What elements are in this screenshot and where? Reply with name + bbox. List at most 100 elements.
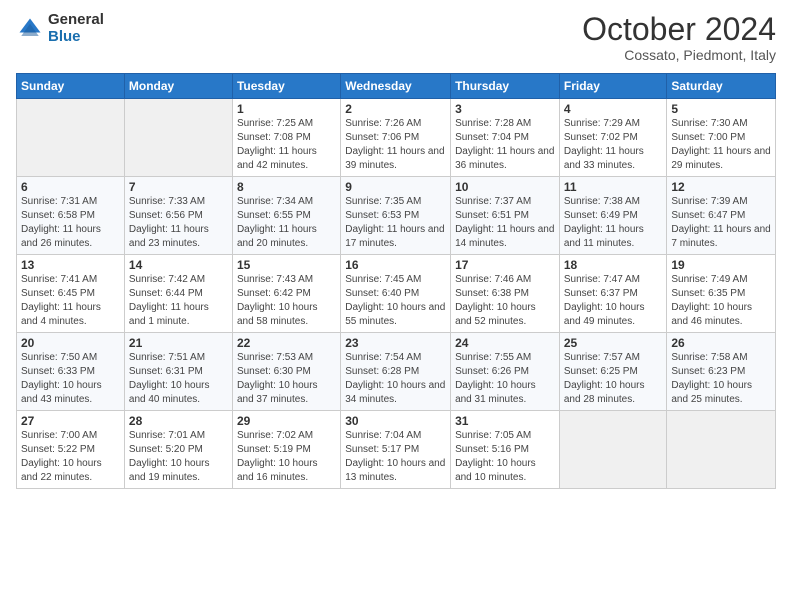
- day-number: 10: [455, 180, 555, 194]
- day-number: 11: [564, 180, 663, 194]
- day-cell: 2 Sunrise: 7:26 AMSunset: 7:06 PMDaylight…: [341, 99, 451, 177]
- weekday-header-wednesday: Wednesday: [341, 74, 451, 99]
- day-number: 30: [345, 414, 446, 428]
- day-info: Sunrise: 7:30 AMSunset: 7:00 PMDaylight:…: [671, 118, 770, 171]
- day-cell: [667, 411, 776, 489]
- day-number: 5: [671, 102, 771, 116]
- week-row-1: 1 Sunrise: 7:25 AMSunset: 7:08 PMDaylight…: [17, 99, 776, 177]
- day-number: 4: [564, 102, 663, 116]
- day-cell: 24 Sunrise: 7:55 AMSunset: 6:26 PMDayligh…: [451, 333, 560, 411]
- calendar-table: SundayMondayTuesdayWednesdayThursdayFrid…: [16, 73, 776, 489]
- day-cell: 16Sunrise: 7:45 AMSunset: 6:40 PMDayligh…: [341, 255, 451, 333]
- day-info: Sunrise: 7:51 AMSunset: 6:31 PMDaylight:…: [129, 352, 210, 405]
- day-info: Sunrise: 7:28 AMSunset: 7:04 PMDaylight:…: [455, 118, 554, 171]
- day-number: 12: [671, 180, 771, 194]
- day-info: Sunrise: 7:39 AMSunset: 6:47 PMDaylight:…: [671, 196, 770, 249]
- day-number: 7: [129, 180, 228, 194]
- day-info: Sunrise: 7:42 AMSunset: 6:44 PMDaylight:…: [129, 274, 209, 327]
- day-info: Sunrise: 7:29 AMSunset: 7:02 PMDaylight:…: [564, 118, 644, 171]
- day-cell: 19Sunrise: 7:49 AMSunset: 6:35 PMDayligh…: [667, 255, 776, 333]
- day-info: Sunrise: 7:37 AMSunset: 6:51 PMDaylight:…: [455, 196, 554, 249]
- day-number: 29: [237, 414, 336, 428]
- day-cell: 31Sunrise: 7:05 AMSunset: 5:16 PMDayligh…: [451, 411, 560, 489]
- day-number: 27: [21, 414, 120, 428]
- logo: General Blue: [16, 12, 104, 45]
- day-number: 13: [21, 258, 120, 272]
- day-info: Sunrise: 7:01 AMSunset: 5:20 PMDaylight:…: [129, 430, 210, 483]
- day-info: Sunrise: 7:49 AMSunset: 6:35 PMDaylight:…: [671, 274, 752, 327]
- day-info: Sunrise: 7:25 AMSunset: 7:08 PMDaylight:…: [237, 118, 317, 171]
- day-cell: 18 Sunrise: 7:47 AMSunset: 6:37 PMDayligh…: [559, 255, 667, 333]
- weekday-header-row: SundayMondayTuesdayWednesdayThursdayFrid…: [17, 74, 776, 99]
- day-info: Sunrise: 7:26 AMSunset: 7:06 PMDaylight:…: [345, 118, 444, 171]
- day-info: Sunrise: 7:00 AMSunset: 5:22 PMDaylight:…: [21, 430, 102, 483]
- day-cell: 20 Sunrise: 7:50 AMSunset: 6:33 PMDayligh…: [17, 333, 125, 411]
- day-number: 21: [129, 336, 228, 350]
- day-number: 8: [237, 180, 336, 194]
- day-number: 15: [237, 258, 336, 272]
- day-info: Sunrise: 7:38 AMSunset: 6:49 PMDaylight:…: [564, 196, 644, 249]
- day-number: 1: [237, 102, 336, 116]
- month-title: October 2024: [582, 12, 776, 47]
- day-cell: 21 Sunrise: 7:51 AMSunset: 6:31 PMDayligh…: [124, 333, 232, 411]
- day-cell: [17, 99, 125, 177]
- day-info: Sunrise: 7:34 AMSunset: 6:55 PMDaylight:…: [237, 196, 317, 249]
- day-cell: 17Sunrise: 7:46 AMSunset: 6:38 PMDayligh…: [451, 255, 560, 333]
- day-number: 31: [455, 414, 555, 428]
- day-cell: 1 Sunrise: 7:25 AMSunset: 7:08 PMDaylight…: [232, 99, 340, 177]
- day-cell: 3Sunrise: 7:28 AMSunset: 7:04 PMDaylight…: [451, 99, 560, 177]
- day-number: 25: [564, 336, 663, 350]
- day-cell: 15 Sunrise: 7:43 AMSunset: 6:42 PMDayligh…: [232, 255, 340, 333]
- weekday-header-sunday: Sunday: [17, 74, 125, 99]
- day-info: Sunrise: 7:55 AMSunset: 6:26 PMDaylight:…: [455, 352, 536, 405]
- location: Cossato, Piedmont, Italy: [582, 47, 776, 63]
- day-cell: 28Sunrise: 7:01 AMSunset: 5:20 PMDayligh…: [124, 411, 232, 489]
- day-cell: 30 Sunrise: 7:04 AMSunset: 5:17 PMDayligh…: [341, 411, 451, 489]
- logo-icon: [16, 15, 44, 43]
- day-cell: 25 Sunrise: 7:57 AMSunset: 6:25 PMDayligh…: [559, 333, 667, 411]
- day-cell: 29 Sunrise: 7:02 AMSunset: 5:19 PMDayligh…: [232, 411, 340, 489]
- day-cell: 8 Sunrise: 7:34 AMSunset: 6:55 PMDaylight…: [232, 177, 340, 255]
- week-row-5: 27 Sunrise: 7:00 AMSunset: 5:22 PMDayligh…: [17, 411, 776, 489]
- week-row-3: 13Sunrise: 7:41 AMSunset: 6:45 PMDayligh…: [17, 255, 776, 333]
- day-info: Sunrise: 7:02 AMSunset: 5:19 PMDaylight:…: [237, 430, 318, 483]
- day-info: Sunrise: 7:54 AMSunset: 6:28 PMDaylight:…: [345, 352, 445, 405]
- day-info: Sunrise: 7:53 AMSunset: 6:30 PMDaylight:…: [237, 352, 318, 405]
- day-cell: 27 Sunrise: 7:00 AMSunset: 5:22 PMDayligh…: [17, 411, 125, 489]
- day-info: Sunrise: 7:35 AMSunset: 6:53 PMDaylight:…: [345, 196, 444, 249]
- day-cell: 26 Sunrise: 7:58 AMSunset: 6:23 PMDayligh…: [667, 333, 776, 411]
- day-number: 20: [21, 336, 120, 350]
- day-number: 26: [671, 336, 771, 350]
- day-cell: 23Sunrise: 7:54 AMSunset: 6:28 PMDayligh…: [341, 333, 451, 411]
- day-info: Sunrise: 7:57 AMSunset: 6:25 PMDaylight:…: [564, 352, 645, 405]
- day-info: Sunrise: 7:50 AMSunset: 6:33 PMDaylight:…: [21, 352, 102, 405]
- day-cell: 4 Sunrise: 7:29 AMSunset: 7:02 PMDaylight…: [559, 99, 667, 177]
- day-cell: 6 Sunrise: 7:31 AMSunset: 6:58 PMDaylight…: [17, 177, 125, 255]
- day-info: Sunrise: 7:47 AMSunset: 6:37 PMDaylight:…: [564, 274, 645, 327]
- day-info: Sunrise: 7:58 AMSunset: 6:23 PMDaylight:…: [671, 352, 752, 405]
- week-row-2: 6 Sunrise: 7:31 AMSunset: 6:58 PMDaylight…: [17, 177, 776, 255]
- day-cell: 7Sunrise: 7:33 AMSunset: 6:56 PMDaylight…: [124, 177, 232, 255]
- day-info: Sunrise: 7:43 AMSunset: 6:42 PMDaylight:…: [237, 274, 318, 327]
- day-number: 2: [345, 102, 446, 116]
- day-cell: 9 Sunrise: 7:35 AMSunset: 6:53 PMDaylight…: [341, 177, 451, 255]
- day-number: 9: [345, 180, 446, 194]
- logo-blue-text: Blue: [48, 29, 104, 46]
- day-number: 6: [21, 180, 120, 194]
- day-cell: 22Sunrise: 7:53 AMSunset: 6:30 PMDayligh…: [232, 333, 340, 411]
- day-number: 24: [455, 336, 555, 350]
- day-info: Sunrise: 7:04 AMSunset: 5:17 PMDaylight:…: [345, 430, 445, 483]
- header: General Blue October 2024 Cossato, Piedm…: [16, 12, 776, 63]
- day-info: Sunrise: 7:46 AMSunset: 6:38 PMDaylight:…: [455, 274, 536, 327]
- day-info: Sunrise: 7:31 AMSunset: 6:58 PMDaylight:…: [21, 196, 101, 249]
- weekday-header-saturday: Saturday: [667, 74, 776, 99]
- day-info: Sunrise: 7:45 AMSunset: 6:40 PMDaylight:…: [345, 274, 445, 327]
- day-cell: [559, 411, 667, 489]
- weekday-header-monday: Monday: [124, 74, 232, 99]
- day-cell: 14Sunrise: 7:42 AMSunset: 6:44 PMDayligh…: [124, 255, 232, 333]
- logo-general-text: General: [48, 12, 104, 29]
- weekday-header-tuesday: Tuesday: [232, 74, 340, 99]
- day-number: 18: [564, 258, 663, 272]
- day-cell: [124, 99, 232, 177]
- day-cell: 12 Sunrise: 7:39 AMSunset: 6:47 PMDayligh…: [667, 177, 776, 255]
